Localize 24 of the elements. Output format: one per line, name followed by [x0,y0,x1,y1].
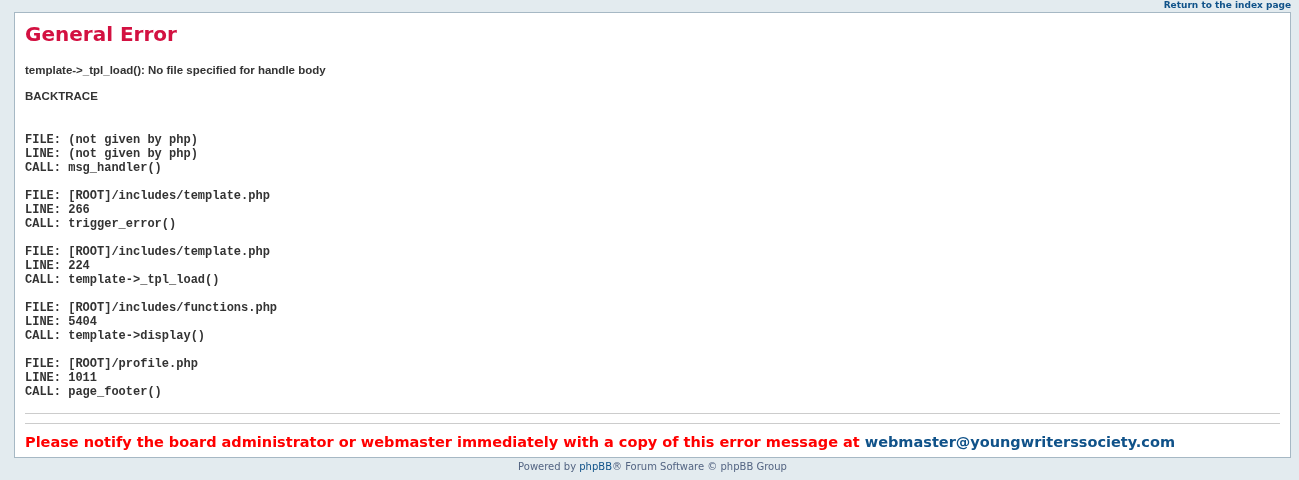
backtrace-line: LINE: 224 [25,259,91,273]
return-to-index-link[interactable]: Return to the index page [1163,0,1291,12]
backtrace-call: CALL: trigger_error() [25,217,178,231]
error-message: template->_tpl_load(): No file specified for handle body [25,63,327,77]
backtrace-file: FILE: [ROOT]/includes/template.php [25,245,271,259]
footer-text: Powered by [518,460,578,474]
email-link[interactable]: webmaster@youngwriterssociety.com [864,433,1176,451]
backtrace-file: FILE: [ROOT]/includes/functions.php [25,301,279,315]
backtrace-line: LINE: 266 [25,203,91,217]
error-title: General Error [25,21,178,47]
backtrace-call: CALL: template->display() [25,329,207,343]
backtrace-file: FILE: (not given by php) [25,133,199,147]
backtrace-file: FILE: [ROOT]/includes/template.php [25,189,271,203]
backtrace-line: LINE: 5404 [25,315,98,329]
footer-text: ® Forum Software © phpBB Group [612,460,787,474]
backtrace-line: LINE: (not given by php) [25,147,199,161]
backtrace-line: LINE: 1011 [25,371,98,385]
backtrace-file: FILE: [ROOT]/profile.php [25,357,199,371]
notice-text: Please notify the board administrator or webmaster immediately with a copy of this error message at [25,433,860,451]
phpbb-link[interactable]: phpBB [579,458,612,476]
backtrace-call: CALL: msg_handler() [25,161,163,175]
backtrace-heading: BACKTRACE [25,89,99,103]
backtrace-call: CALL: template->_tpl_load() [25,273,221,287]
backtrace-call: CALL: page_footer() [25,385,163,399]
